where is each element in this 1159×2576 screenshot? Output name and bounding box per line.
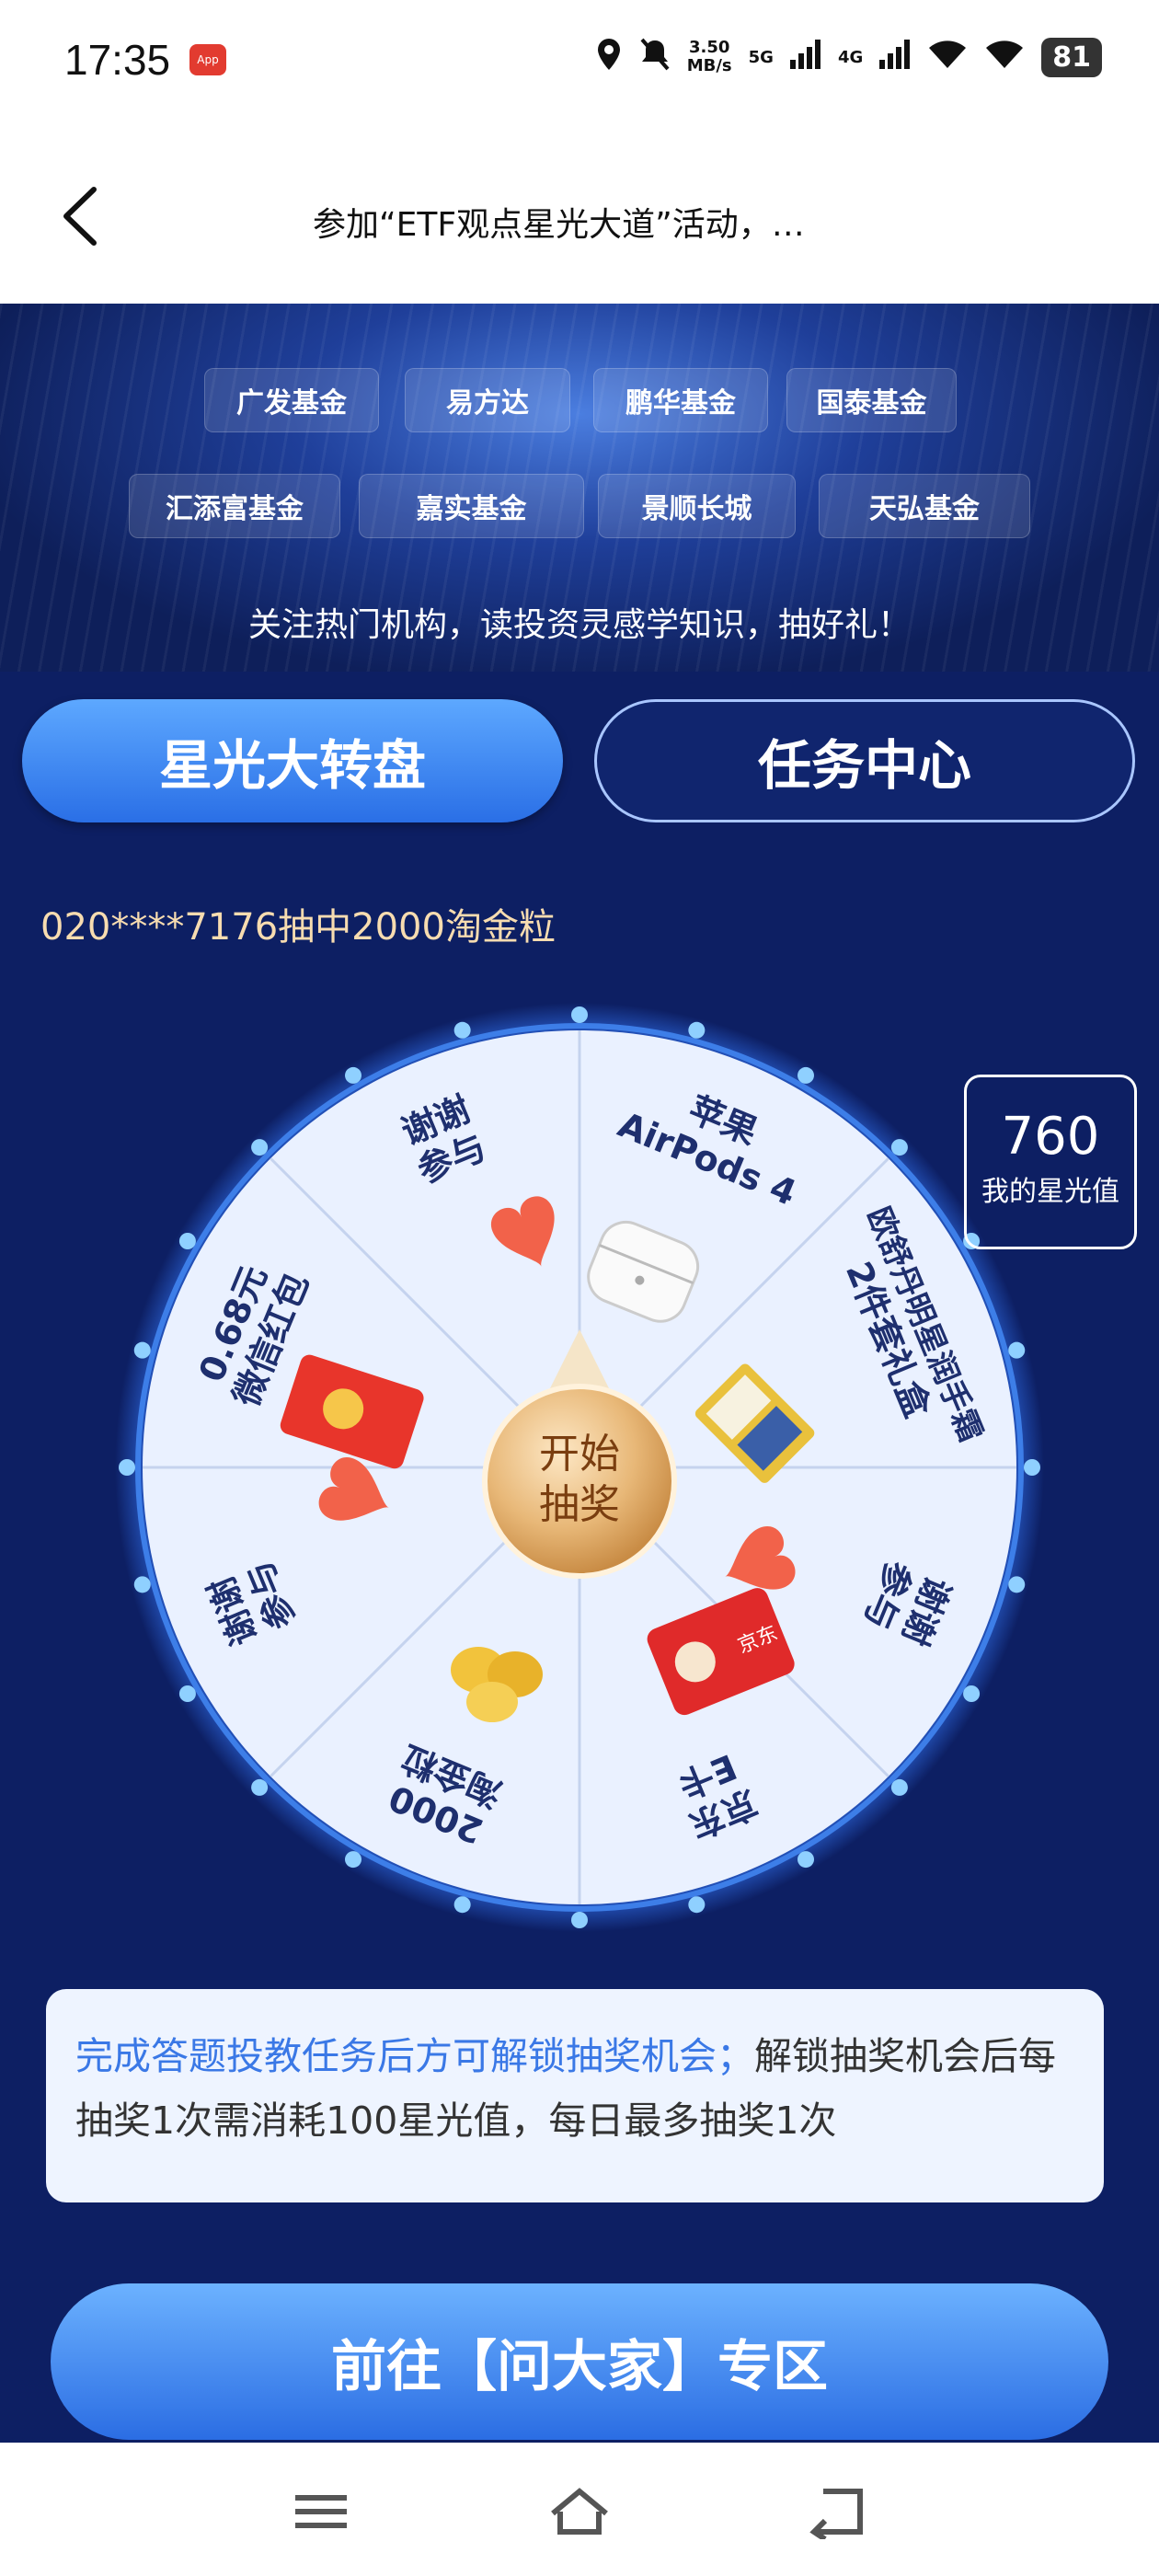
banner-slogan: 关注热门机构，读投资灵感学知识，抽好礼！ xyxy=(247,606,911,644)
go-to-ask-zone-button[interactable]: 前往【问大家】专区 xyxy=(51,2283,1108,2440)
menu-icon[interactable] xyxy=(290,2484,354,2539)
logo-tianhong: 天弘基金 xyxy=(819,474,1030,538)
wheel-light-dot xyxy=(1024,1459,1040,1476)
wheel-light-dot xyxy=(798,1066,814,1084)
chevron-left-icon xyxy=(63,187,97,246)
wheel-light-dot xyxy=(963,1685,981,1702)
mute-icon xyxy=(639,37,671,77)
clock: 17:35 xyxy=(64,36,171,84)
back-button[interactable] xyxy=(57,184,103,248)
rules-highlight: 完成答题投教任务后方可解锁抽奖机会； xyxy=(75,2034,754,2078)
signal-bars-icon-2 xyxy=(879,40,911,75)
logo-invesco: 景顺长城 xyxy=(598,474,796,538)
logo-efund: 易方达 xyxy=(405,368,570,432)
signal-bars-icon xyxy=(789,40,821,75)
tab-task-center[interactable]: 任务中心 xyxy=(594,699,1135,822)
home-icon[interactable] xyxy=(547,2484,612,2539)
wheel-light-dot xyxy=(251,1139,269,1156)
wheel-light-dot xyxy=(688,1021,706,1039)
sponsor-banner: 广发基金 易方达 鹏华基金 国泰基金 汇添富基金 嘉实基金 景顺长城 天弘基金 … xyxy=(0,304,1159,672)
tab-bar: 星光大转盘 任务中心 xyxy=(0,699,1159,828)
location-icon xyxy=(595,37,623,77)
start-label-2: 抽奖 xyxy=(539,1481,620,1528)
wifi-icon-2 xyxy=(984,39,1025,75)
tab-lucky-wheel[interactable]: 星光大转盘 xyxy=(22,699,563,822)
wheel-light-dot xyxy=(890,1778,908,1796)
status-bar: 17:35 App 3.50 MB/s 5G 4G 81 xyxy=(0,0,1159,120)
my-stars-box: 760 我的星光值 xyxy=(964,1075,1137,1249)
wheel-light-dot xyxy=(178,1233,196,1249)
network-speed: 3.50 MB/s xyxy=(686,38,732,75)
logo-huitianfu: 汇添富基金 xyxy=(129,474,340,538)
star-label: 我的星光值 xyxy=(981,1176,1119,1208)
star-value: 760 xyxy=(1001,1107,1100,1167)
wheel-light-dot xyxy=(453,1896,471,1914)
app-notification-icon: App xyxy=(189,44,226,75)
wheel-light-dot xyxy=(251,1778,269,1796)
start-label-1: 开始 xyxy=(539,1431,620,1478)
wheel-light-dot xyxy=(571,1006,588,1023)
winner-ticker: 020****7176抽中2000淘金粒 xyxy=(40,906,556,949)
wheel-light-dot xyxy=(178,1685,196,1702)
wheel-light-dot xyxy=(571,1912,588,1928)
logo-guotai: 国泰基金 xyxy=(786,368,957,432)
wheel-light-dot xyxy=(133,1341,151,1359)
wheel-light-dot xyxy=(1008,1341,1026,1359)
signal-5g-icon: 5G xyxy=(748,47,774,67)
top-navigation: 参加“ETF观点星光大道”活动，… xyxy=(0,120,1159,304)
wheel-light-dot xyxy=(688,1896,706,1914)
prize-wheel: 苹果 AirPods 4 欧舒丹明星润手霜 2件套礼盒 谢谢 参与 京东 E卡 2000 淘金粒谢… xyxy=(110,998,1049,1937)
wifi-icon xyxy=(927,39,968,75)
wheel-light-dot xyxy=(133,1576,151,1593)
back-nav-icon[interactable] xyxy=(805,2484,869,2542)
signal-4g-icon: 4G xyxy=(837,47,864,67)
logo-harvest: 嘉实基金 xyxy=(359,474,584,538)
logo-penghua: 鹏华基金 xyxy=(593,368,768,432)
wheel-light-dot xyxy=(345,1066,361,1084)
wheel-light-dot xyxy=(1008,1576,1026,1593)
system-navigation-bar xyxy=(0,2443,1159,2576)
wheel-light-dot xyxy=(453,1021,471,1039)
logo-gf: 广发基金 xyxy=(204,368,379,432)
page-title: 参加“ETF观点星光大道”活动，… xyxy=(313,206,805,244)
wheel-light-dot xyxy=(119,1459,135,1476)
rules-note: 完成答题投教任务后方可解锁抽奖机会；解锁抽奖机会后每抽奖1次需消耗100星光值，… xyxy=(46,1989,1104,2202)
wheel-light-dot xyxy=(890,1139,908,1156)
wheel-light-dot xyxy=(345,1851,361,1869)
battery-indicator: 81 xyxy=(1041,37,1102,77)
wheel-light-dot xyxy=(798,1851,814,1869)
